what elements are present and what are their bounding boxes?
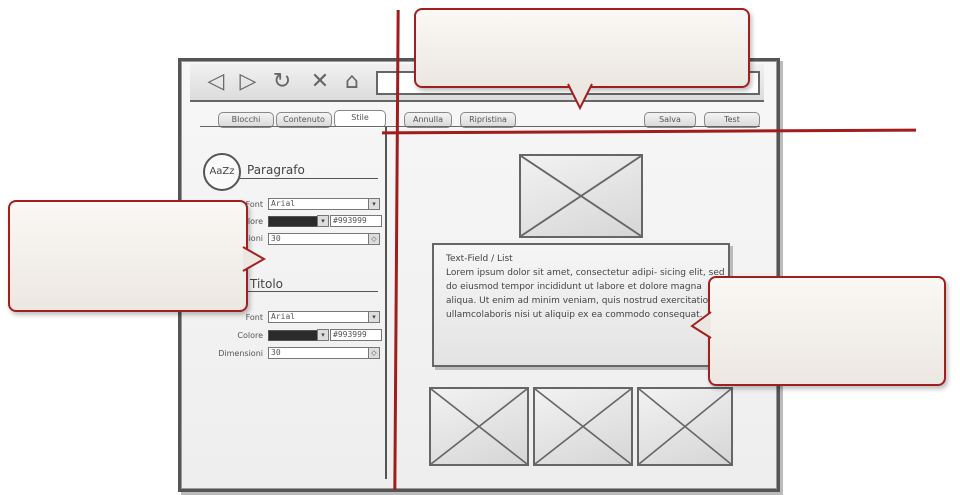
reload-icon[interactable]: ↻ <box>270 70 294 94</box>
titolo-colore-label: Colore <box>237 331 263 340</box>
callout-tail <box>690 311 712 339</box>
image-placeholder <box>637 387 733 466</box>
titolo-underline <box>240 291 378 292</box>
stepper-icon[interactable]: ◇ <box>368 347 380 359</box>
callout-left <box>8 200 248 312</box>
paragrafo-font-select[interactable]: Arial <box>268 198 372 210</box>
titolo-title: Titolo <box>250 277 284 291</box>
close-icon[interactable]: ✕ <box>308 70 332 94</box>
panel-divider <box>385 127 387 479</box>
font-style-logo: AaZz <box>203 153 241 191</box>
titolo-color-swatch[interactable] <box>268 330 318 341</box>
callout-right <box>708 276 946 386</box>
titolo-font-select[interactable]: Arial <box>268 311 372 323</box>
image-placeholder <box>519 154 643 238</box>
text-field-body: Lorem ipsum dolor sit amet, consectetur … <box>446 268 725 320</box>
stepper-icon[interactable]: ◇ <box>368 233 380 245</box>
titolo-color-hex[interactable]: #993999 <box>330 329 382 341</box>
image-placeholder <box>429 387 529 466</box>
forward-icon[interactable]: ▷ <box>236 70 260 94</box>
chevron-down-icon[interactable]: ▾ <box>317 215 329 227</box>
titolo-font-label: Font <box>245 313 263 322</box>
callout-tail <box>242 246 266 272</box>
paragrafo-underline <box>240 178 378 179</box>
chevron-down-icon[interactable]: ▾ <box>317 329 329 341</box>
chevron-down-icon[interactable]: ▾ <box>368 198 380 210</box>
paragrafo-color-swatch[interactable] <box>268 216 318 227</box>
back-icon[interactable]: ◁ <box>204 70 228 94</box>
paragrafo-title: Paragrafo <box>247 163 305 177</box>
titolo-dimensioni-label: Dimensioni <box>218 349 263 358</box>
text-field-title: Text-Field / List <box>446 254 513 264</box>
tab-baseline <box>200 126 760 127</box>
image-placeholder <box>533 387 633 466</box>
paragrafo-dimensioni-stepper[interactable]: 30 <box>268 233 372 245</box>
titolo-dimensioni-stepper[interactable]: 30 <box>268 347 372 359</box>
callout-top <box>414 8 750 88</box>
callout-tail <box>567 83 593 111</box>
chevron-down-icon[interactable]: ▾ <box>368 311 380 323</box>
home-icon[interactable]: ⌂ <box>340 70 364 94</box>
paragrafo-color-hex[interactable]: #993999 <box>330 215 382 227</box>
